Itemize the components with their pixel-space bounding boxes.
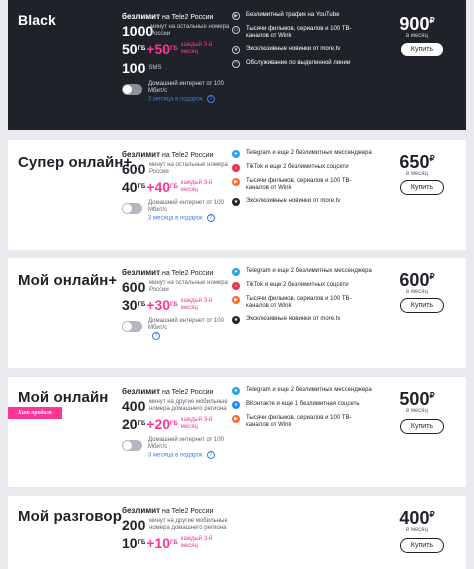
feature-item: в ВКонтакте и еще 1 безлимитная соцсеть — [232, 401, 372, 409]
buy-button[interactable]: Купить — [400, 180, 444, 195]
gb-value: 20ГБ — [122, 416, 146, 432]
gb-note: каждый 3-й месяц — [180, 42, 213, 55]
price: 900₽ в месяц — [399, 14, 435, 39]
tv-icon: ▶ — [232, 415, 240, 423]
feature-item: ➤ Telegram и еще 2 безлимитных мессенджер… — [232, 387, 372, 395]
tv-icon: ▶ — [232, 178, 240, 186]
unlimited-line: безлимит на Tele2 России — [122, 387, 214, 396]
price: 400₽ в месяц — [399, 508, 435, 533]
home-internet-text: Домашний интернет от 100 Мбит/с — [148, 81, 224, 94]
minutes-note: минут на остальные номера России — [150, 24, 230, 37]
tariff-name: Мой онлайн — [18, 389, 109, 406]
home-internet-toggle[interactable] — [122, 321, 142, 332]
home-gift: 3 месяца в подарок? — [148, 451, 232, 460]
tariff-name: Black — [18, 12, 56, 28]
gb-value: 10ГБ — [122, 535, 146, 551]
feature-item: ▶ Безлимитный трафик на YouTube — [232, 12, 372, 20]
youtube-icon: ▶ — [232, 12, 240, 20]
minutes-note: минут на остальные номера России — [149, 162, 228, 175]
feature-item: ▭ Тысячи фильмов, сериалов и 100 ТВ-канал… — [232, 26, 352, 39]
telegram-icon: ➤ — [232, 150, 240, 158]
gb-bonus: +40ГБ — [146, 179, 178, 195]
help-icon[interactable]: ? — [206, 451, 215, 459]
minutes-note: минут на другие мобильные номера домашне… — [149, 518, 228, 531]
tariff-name: Мой онлайн+ — [18, 272, 118, 289]
feature-item: ▶ Тысячи фильмов, сериалов и 100 ТВ-канал… — [232, 296, 372, 310]
home-gift: 3 месяца в подарок? — [148, 95, 232, 104]
tariff-name: Супер онлайн+ — [18, 154, 133, 171]
gb-note: каждый 3-й месяц — [180, 417, 213, 430]
unlimited-line: безлимит на Tele2 России — [122, 506, 214, 515]
headset-icon: ◠ — [232, 60, 240, 68]
home-internet-toggle[interactable] — [122, 203, 142, 214]
home-gift: 3 месяца в подарок? — [148, 214, 232, 223]
minutes-value: 200 — [122, 517, 146, 533]
minutes-value: 400 — [122, 398, 146, 414]
gb-note: каждый 3-й месяц — [180, 536, 213, 549]
unlimited-line: безлимит на Tele2 России — [122, 12, 214, 21]
minutes-note: минут на другие мобильные номера домашне… — [149, 399, 228, 412]
tariff-card-super-online-plus: Супер онлайн+ безлимит на Tele2 России 6… — [8, 140, 466, 250]
feature-item: ♪ TikTok и еще 2 безлимитных соцсети — [232, 164, 372, 172]
hit-badge: Хит продаж — [8, 407, 62, 419]
minutes-value: 600 — [122, 161, 146, 177]
buy-button[interactable]: Купить — [400, 298, 444, 313]
home-internet-text: Домашний интернет от 100 Мбит/с — [148, 318, 224, 331]
telegram-icon: ➤ — [232, 387, 240, 395]
gb-bonus: +10ГБ — [146, 535, 178, 551]
feature-item: ★ Эксклюзивные новинки от more.tv — [232, 198, 341, 206]
sms-label: SMS — [148, 65, 162, 71]
gb-value: 40ГБ — [122, 179, 146, 195]
gb-note: каждый 3-й месяц — [180, 298, 213, 311]
feature-item: ★ Эксклюзивные новинки от more.tv — [232, 46, 341, 54]
star-icon: ★ — [232, 316, 240, 324]
gb-value: 30ГБ — [122, 297, 146, 313]
gb-value: 50ГБ — [122, 41, 146, 57]
minutes-note: минут на остальные номера России — [149, 280, 228, 293]
home-internet-text: Домашний интернет от 100 Мбит/с — [148, 200, 224, 213]
vk-icon: в — [232, 401, 240, 409]
tariff-name: Мой разговор — [18, 508, 122, 525]
gb-bonus: +30ГБ — [146, 297, 178, 313]
unlimited-line: безлимит на Tele2 России — [122, 268, 214, 277]
feature-item: ▶ Тысячи фильмов, сериалов и 100 ТВ-канал… — [232, 415, 372, 429]
minutes-value: 1000 — [122, 23, 154, 39]
feature-item: ➤ Telegram и еще 2 безлимитных мессенджер… — [232, 150, 372, 158]
home-internet-toggle[interactable] — [122, 440, 142, 451]
help-icon[interactable]: ? — [206, 214, 215, 222]
help-icon[interactable]: ? — [152, 332, 160, 340]
help-icon[interactable]: ? — [206, 95, 215, 103]
home-internet-text: Домашний интернет от 100 Мбит/с — [148, 437, 224, 450]
buy-button[interactable]: Купить — [400, 419, 444, 434]
gb-bonus: +50ГБ — [146, 41, 178, 57]
unlimited-line: безлимит на Tele2 России — [122, 150, 214, 159]
minutes-value: 600 — [122, 279, 146, 295]
price: 600₽ в месяц — [399, 270, 435, 295]
feature-item: ★ Эксклюзивные новинки от more.tv — [232, 316, 341, 324]
tariff-card-my-talk: Мой разговор безлимит на Tele2 России 20… — [8, 496, 466, 569]
tariff-card-my-online-plus: Мой онлайн+ безлимит на Tele2 России 600… — [8, 258, 466, 368]
gb-bonus: +20ГБ — [146, 416, 178, 432]
buy-button[interactable]: Купить — [400, 538, 444, 553]
feature-item: ➤ Telegram и еще 2 безлимитных мессенджер… — [232, 268, 372, 276]
tiktok-icon: ♪ — [232, 164, 240, 172]
home-internet-toggle[interactable] — [122, 84, 142, 95]
gb-note: каждый 3-й месяц — [180, 180, 213, 193]
tariff-card-black: Black безлимит на Tele2 России 1000 минут… — [8, 0, 466, 130]
tariff-card-my-online: Мой онлайн безлимит на Tele2 России 400 м… — [8, 377, 466, 487]
price: 650₽ в месяц — [399, 152, 435, 177]
feature-item: ▶ Тысячи фильмов, сериалов и 100 ТВ-канал… — [232, 178, 372, 192]
telegram-icon: ➤ — [232, 268, 240, 276]
home-gift: ? — [148, 332, 232, 341]
star-icon: ★ — [232, 46, 240, 54]
feature-item: ◠ Обслуживание по выделенной линии — [232, 60, 351, 68]
buy-button[interactable]: Купить — [400, 42, 444, 57]
tv-icon: ▶ — [232, 296, 240, 304]
tv-icon: ▭ — [232, 26, 240, 34]
price: 500₽ в месяц — [399, 389, 435, 414]
sms-value: 100 — [122, 60, 146, 76]
star-icon: ★ — [232, 198, 240, 206]
feature-item: ♪ TikTok и еще 2 безлимитных соцсети — [232, 282, 372, 290]
tiktok-icon: ♪ — [232, 282, 240, 290]
